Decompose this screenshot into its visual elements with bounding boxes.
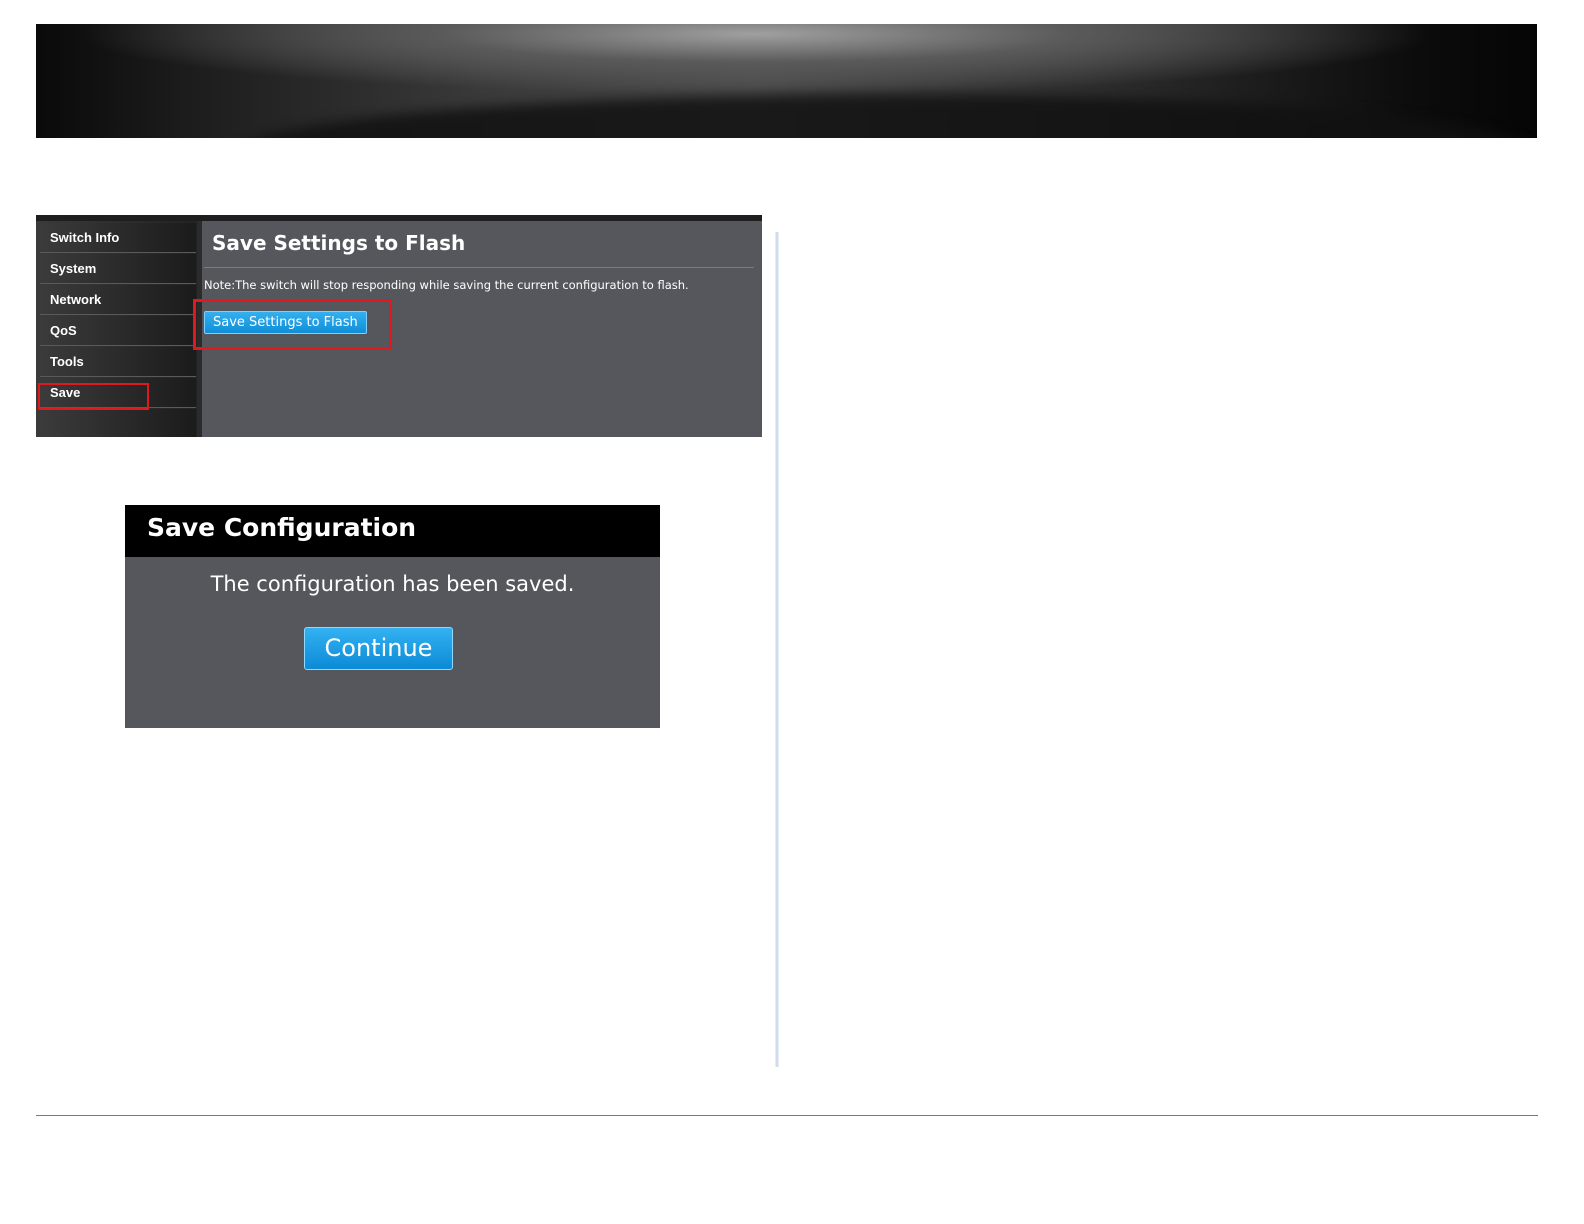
note-text: Note:The switch will stop responding whi… xyxy=(204,278,689,292)
dialog-title: Save Configuration xyxy=(147,513,417,542)
dialog-header: Save Configuration xyxy=(125,505,660,557)
save-nav-highlight-box xyxy=(38,383,149,410)
sidebar-nav: Switch Info System Network QoS Tools Sav… xyxy=(36,221,197,437)
sidebar-item-empty xyxy=(40,409,196,437)
sidebar-item-tools[interactable]: Tools xyxy=(40,347,196,377)
sidebar-item-qos[interactable]: QoS xyxy=(40,316,196,346)
sidebar-item-network[interactable]: Network xyxy=(40,285,196,315)
column-divider xyxy=(775,232,779,1067)
sidebar-item-system[interactable]: System xyxy=(40,254,196,284)
save-configuration-dialog: Save Configuration The configuration has… xyxy=(125,505,660,728)
footer-rule xyxy=(36,1115,1538,1116)
continue-button[interactable]: Continue xyxy=(304,627,453,670)
dialog-message: The configuration has been saved. xyxy=(210,572,575,596)
header-banner xyxy=(36,24,1537,138)
save-settings-to-flash-button[interactable]: Save Settings to Flash xyxy=(204,311,367,334)
title-divider xyxy=(204,267,754,268)
page-title: Save Settings to Flash xyxy=(212,231,466,255)
switch-ui-screenshot: Switch Info System Network QoS Tools Sav… xyxy=(36,215,762,437)
sidebar-item-switch-info[interactable]: Switch Info xyxy=(40,223,196,253)
